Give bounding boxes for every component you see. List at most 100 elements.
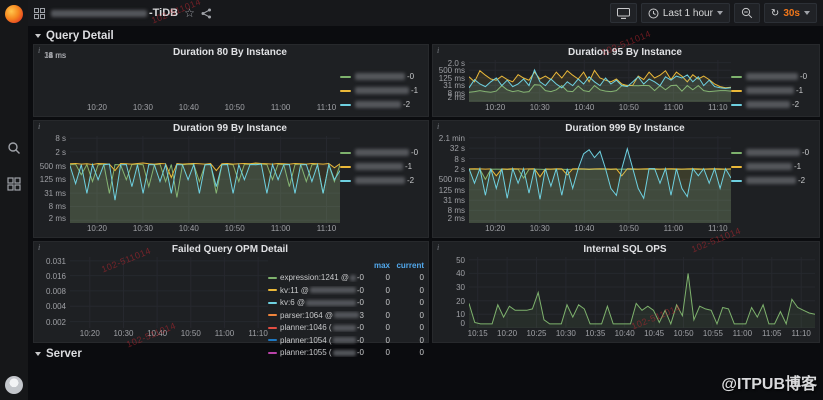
legend-color-dash [731,166,742,168]
legend-current-value: 0 [390,348,424,357]
legend-color-dash [268,339,277,341]
legend-table-row[interactable]: planner:1046 ( -000 [268,323,424,332]
legend-table-row[interactable]: kv:6 @ -000 [268,298,424,307]
chevron-down-icon [35,352,41,356]
panel-title[interactable]: Duration 99 By Instance [36,122,424,136]
x-tick-label: 11:10 [248,329,267,338]
panel-info-icon[interactable]: i [35,45,43,56]
y-tick-label: 30 [456,283,465,292]
x-tick-label: 11:00 [271,224,290,233]
legend-color-dash [268,327,277,329]
panel-info-icon[interactable]: i [434,121,442,132]
grafana-logo[interactable] [5,5,23,23]
legend-color-dash [731,104,742,106]
chart-plot[interactable] [70,60,340,102]
legend-item[interactable]: -2 [731,100,815,109]
star-icon[interactable]: ☆ [184,7,195,19]
row-title: Server [46,348,82,360]
legend-label-suffix: -1 [405,162,412,171]
panel-title[interactable]: Duration 95 By Instance [435,46,815,60]
y-tick-label: 20 [456,297,465,306]
zoom-out-button[interactable] [734,3,760,23]
x-tick-label: 10:20 [485,224,505,233]
cycle-view-button[interactable] [610,3,637,23]
dashboard-title[interactable]: -TiDB [51,7,178,19]
legend-current-value: 0 [390,286,424,295]
dashboard-content: Query Detail i Duration 80 By Instance 2… [28,26,823,400]
share-icon[interactable] [201,8,212,19]
panel-title[interactable]: Duration 999 By Instance [435,122,815,136]
time-range-picker[interactable]: Last 1 hour [641,3,730,23]
chart-plot[interactable] [70,257,268,328]
legend-item[interactable]: -0 [731,72,815,81]
legend-col-current[interactable]: current [390,261,424,270]
x-tick-label: 11:10 [708,224,727,233]
legend-item[interactable]: -2 [340,100,424,109]
x-tick-label: 10:30 [530,103,550,112]
legend-item[interactable]: -1 [731,86,815,95]
chart-plot[interactable] [469,136,731,223]
y-tick-label: 0.031 [46,257,66,266]
legend-label-suffix: -1 [411,86,418,95]
x-tick-label: 10:50 [619,224,639,233]
row-header-query-detail[interactable]: Query Detail [33,28,820,44]
panel-title[interactable]: Failed Query OPM Detail [36,243,424,257]
x-axis: 10:2010:3010:4010:5011:0011:10 [70,223,340,235]
chart-plot[interactable] [469,60,731,102]
panel-info-icon[interactable]: i [35,121,43,132]
row-header-server[interactable]: Server [33,346,820,362]
legend-item[interactable]: -0 [731,148,815,157]
legend-label-masked [746,101,790,108]
x-tick-label: 10:40 [179,103,199,112]
legend-item[interactable]: -1 [340,162,424,171]
clock-icon [648,8,659,19]
legend-item[interactable]: -0 [340,72,424,81]
dashboards-icon[interactable] [7,177,21,191]
legend-col-max[interactable]: max [364,261,390,270]
y-tick-label: 2 ms [49,214,66,223]
legend-item[interactable]: -1 [340,86,424,95]
legend-color-dash [268,302,277,304]
panel-info-icon[interactable]: i [35,242,43,253]
x-tick-label: 11:00 [733,329,752,338]
search-icon[interactable] [7,141,21,155]
legend-label-masked [333,350,356,356]
legend-color-dash [268,314,277,316]
panel-info-icon[interactable]: i [434,242,442,253]
x-tick-label: 10:20 [497,329,517,338]
legend-table-row[interactable]: parser:1064 @ 300 [268,311,424,320]
legend-label-masked [746,149,800,156]
x-tick-label: 10:30 [530,224,550,233]
legend-item[interactable]: -0 [340,148,424,157]
dashboard-title-suffix: -TiDB [149,7,178,19]
legend-table-row[interactable]: planner:1054 ( -000 [268,336,424,345]
chart-plot[interactable] [469,257,815,328]
legend-label-masked [746,177,796,184]
legend-item[interactable]: -2 [340,176,424,185]
x-axis: 10:2010:3010:4010:5011:0011:10 [469,223,731,235]
legend-item[interactable]: -1 [731,162,815,171]
row-title: Query Detail [46,30,114,42]
x-tick-label: 10:20 [80,329,100,338]
user-avatar[interactable] [5,376,23,394]
legend-label-suffix: -0 [802,148,809,157]
panel-title[interactable]: Internal SQL OPS [435,243,815,257]
x-tick-label: 10:30 [133,103,153,112]
refresh-button[interactable]: ↻ 30s [764,3,817,23]
panel-duration-99: i Duration 99 By Instance 2 ms8 ms31 ms1… [33,120,429,238]
y-tick-label: 0.016 [46,272,66,281]
panel-duration-80: i Duration 80 By Instance 2 ms4 ms8 ms16… [33,44,429,117]
x-tick-label: 10:50 [619,103,639,112]
y-tick-label: 8 ms [49,202,66,211]
panel-info-icon[interactable]: i [434,45,442,56]
legend-item[interactable]: -2 [731,176,815,185]
chart-plot[interactable] [70,136,340,223]
x-tick-label: 10:20 [485,103,505,112]
legend-table-row[interactable]: expression:1241 @ -000 [268,273,424,282]
dashboard-grid-icon [34,8,45,19]
legend-table-row[interactable]: kv:11 @ -000 [268,286,424,295]
legend-table-row[interactable]: planner:1055 ( -000 [268,348,424,357]
legend-label-suffix: -0 [407,72,414,81]
panel-title[interactable]: Duration 80 By Instance [36,46,424,60]
legend-label-masked [310,287,356,293]
